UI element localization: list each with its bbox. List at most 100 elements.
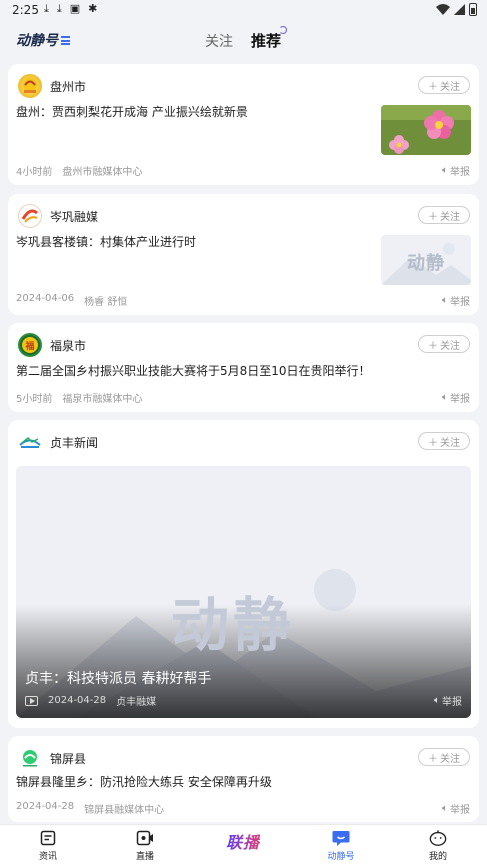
download-icon: ⤓	[56, 2, 62, 15]
live-icon	[136, 829, 154, 847]
nav-news[interactable]: 资讯	[18, 829, 78, 862]
article-title[interactable]: 岑巩县客楼镇：村集体产业进行时	[16, 234, 371, 251]
report-button[interactable]: 🔈︎ 举报	[442, 293, 470, 308]
signal-icon	[454, 4, 465, 15]
plus-icon: ＋	[428, 81, 438, 93]
article-meta: 5小时前 福泉市融媒体中心	[16, 390, 142, 405]
flower-image	[381, 105, 471, 155]
article-meta: 2024-04-06 杨睿 舒恒	[16, 293, 127, 308]
speaker-icon: 🔈︎	[442, 803, 448, 814]
card-source: 福 福泉市	[18, 333, 86, 357]
report-label: 举报	[450, 167, 470, 178]
follow-button[interactable]: ＋关注	[418, 748, 470, 766]
follow-button[interactable]: ＋关注	[418, 206, 470, 224]
battery-icon	[469, 3, 477, 16]
follow-button[interactable]: ＋关注	[418, 335, 470, 353]
plus-icon: ＋	[428, 211, 438, 223]
speaker-icon: 🔈︎	[442, 392, 448, 403]
publish-time: 2024-04-06	[16, 293, 75, 304]
source-name: 盘州市	[50, 79, 87, 94]
report-label: 举报	[450, 805, 470, 816]
status-time: 2:25	[12, 3, 39, 17]
nav-label: 我的	[428, 852, 447, 862]
source-name: 福泉市	[50, 338, 87, 353]
panzhou-logo-icon	[23, 78, 37, 93]
nav-lianbo[interactable]: 联播	[213, 829, 273, 853]
card-source: 贞丰新闻	[18, 430, 98, 454]
report-label: 举报	[450, 297, 470, 308]
video-play-icon	[25, 695, 38, 706]
card-source: 盘州市	[18, 74, 86, 98]
bottom-nav: 资讯 直播 联播 动静号 我的	[0, 824, 487, 867]
feed-card[interactable]: 福 福泉市 ＋关注 第二届全国乡村振兴职业技能大赛将于5月8日至10日在贵阳举行…	[8, 323, 479, 412]
follow-label: 关注	[440, 340, 460, 352]
nav-label: 资讯	[38, 852, 57, 862]
publish-time: 2024-04-28	[48, 695, 107, 706]
speaker-icon: 🔈︎	[442, 165, 448, 176]
source-name: 锦屏县	[50, 751, 87, 766]
placeholder-logo: 动静	[171, 591, 296, 659]
feed-card[interactable]: 锦屏县 ＋关注 锦屏县隆里乡：防汛抢险大练兵 安全保障再升级 2024-04-2…	[8, 736, 479, 822]
follow-label: 关注	[440, 81, 460, 93]
publish-time: 2024-04-28	[16, 801, 75, 812]
video-thumbnail[interactable]: 动静 贞丰：科技特派员 春耕好帮手 2024-04-28 贞丰融媒 🔈︎ 举报	[16, 466, 471, 718]
report-button[interactable]: 🔈︎ 举报	[442, 390, 470, 405]
article-meta: 4小时前 盘州市融媒体中心	[16, 163, 142, 178]
article-title[interactable]: 第二届全国乡村振兴职业技能大赛将于5月8日至10日在贵阳举行！	[16, 363, 471, 380]
report-button[interactable]: 🔈︎ 举报	[434, 693, 462, 708]
article-thumbnail[interactable]	[381, 105, 471, 155]
nav-label: 直播	[135, 852, 154, 862]
source-name: 岑巩融媒	[50, 209, 99, 224]
article-meta: 2024-04-28 锦屏县融媒体中心	[16, 801, 164, 816]
author: 盘州市融媒体中心	[62, 167, 143, 178]
feed-card[interactable]: 盘州市 ＋关注 盘州：贾西刺梨花开成海 产业振兴绘就新景 4小时前 盘州市融媒体…	[8, 64, 479, 185]
card-source: 岑巩融媒	[18, 204, 98, 228]
follow-button[interactable]: ＋关注	[418, 432, 470, 450]
news-icon	[39, 829, 57, 847]
source-avatar	[18, 74, 42, 98]
plus-icon: ＋	[428, 753, 438, 765]
nav-live[interactable]: 直播	[115, 829, 175, 862]
cengong-logo-icon	[21, 209, 38, 223]
status-notification-icons: ⤓ ⤓ ▣ ✱	[44, 2, 97, 16]
jinping-logo-icon	[23, 750, 37, 767]
speaker-icon: 🔈︎	[442, 295, 448, 306]
nav-dongjinghao[interactable]: 动静号	[311, 829, 371, 862]
author: 福泉市融媒体中心	[62, 394, 143, 405]
follow-label: 关注	[440, 753, 460, 765]
svg-text:福: 福	[24, 340, 34, 352]
fuquan-logo-icon: 福	[22, 337, 38, 353]
feed-card[interactable]: 贞丰新闻 ＋关注 动静 贞丰：科技特派员 春耕好帮手 2024-04-28 贞丰…	[8, 420, 479, 728]
source-avatar	[18, 746, 42, 770]
article-title[interactable]: 盘州：贾西刺梨花开成海 产业振兴绘就新景	[16, 104, 371, 121]
profile-icon	[429, 829, 447, 847]
feed-card[interactable]: 岑巩融媒 ＋关注 岑巩县客楼镇：村集体产业进行时 动静 2024-04-06 杨…	[8, 194, 479, 315]
publish-time: 5小时前	[16, 394, 53, 405]
video-title[interactable]: 贞丰：科技特派员 春耕好帮手	[25, 668, 211, 688]
nav-profile[interactable]: 我的	[408, 829, 468, 862]
app-notification-icon: ▣	[69, 2, 81, 15]
card-source: 锦屏县	[18, 746, 86, 770]
speaker-icon: 🔈︎	[434, 695, 440, 706]
report-button[interactable]: 🔈︎ 举报	[442, 163, 470, 178]
placeholder-logo: 动静	[407, 253, 445, 274]
follow-label: 关注	[440, 211, 460, 223]
article-title[interactable]: 锦屏县隆里乡：防汛抢险大练兵 安全保障再升级	[16, 774, 471, 791]
feed-tabs: 关注 推荐	[205, 26, 288, 51]
author: 贞丰融媒	[116, 697, 157, 708]
dongjinghao-logo: 动静号	[16, 30, 70, 50]
report-button[interactable]: 🔈︎ 举报	[442, 801, 470, 816]
publish-time: 4小时前	[16, 167, 53, 178]
video-meta: 2024-04-28 贞丰融媒	[25, 693, 156, 708]
report-label: 举报	[442, 697, 462, 708]
article-thumbnail[interactable]: 动静	[381, 235, 471, 285]
lianbo-logo: 联播	[226, 829, 260, 853]
tab-follow[interactable]: 关注	[205, 31, 233, 51]
nav-label: 动静号	[327, 852, 355, 862]
tab-recommend[interactable]: 推荐	[251, 26, 288, 51]
wifi-icon	[436, 4, 450, 15]
follow-button[interactable]: ＋关注	[418, 76, 470, 94]
status-system-icons	[436, 3, 477, 16]
plus-icon: ＋	[428, 437, 438, 449]
source-avatar	[18, 204, 42, 228]
